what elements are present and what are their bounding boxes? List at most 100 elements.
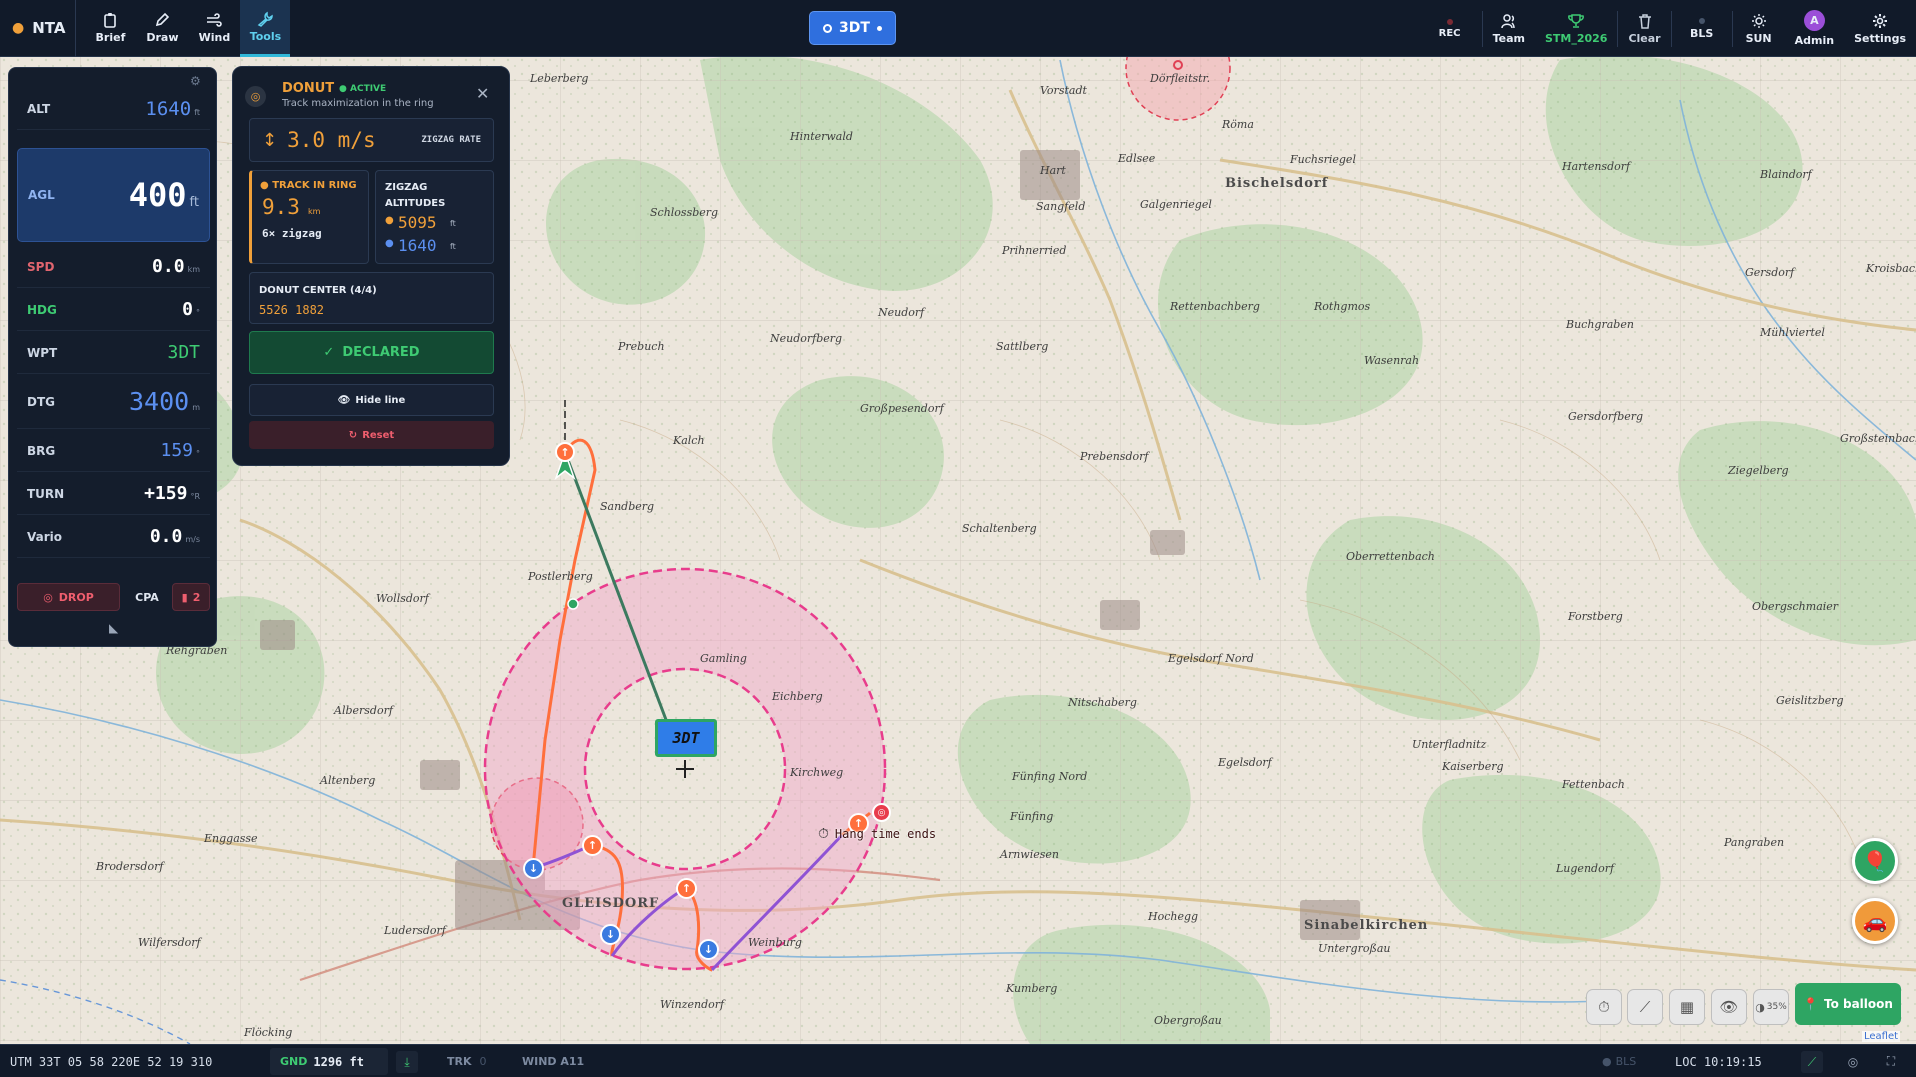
down-pin-icon[interactable]: ↓ — [523, 858, 544, 879]
place-label: Dörfleitstr. — [1150, 72, 1211, 85]
place-label: Blaindorf — [1760, 168, 1812, 181]
wrench-icon — [258, 11, 274, 27]
gear-icon — [1873, 13, 1888, 28]
place-label: Oberrettenbach — [1346, 550, 1435, 563]
brg-row: BRG 159 ° — [17, 430, 210, 472]
place-label: Geislitzberg — [1776, 694, 1844, 707]
wind-icon — [207, 13, 223, 27]
declared-button[interactable]: ✓ DECLARED — [249, 331, 494, 374]
close-icon[interactable]: ✕ — [476, 84, 489, 103]
donut-center-box: DONUT CENTER (4/4) 5526 1882 — [249, 272, 494, 324]
status-dot-icon: ● — [1602, 1055, 1612, 1068]
gear-icon[interactable]: ⚙ — [190, 74, 201, 88]
zigzag-high: 5095 — [398, 213, 437, 232]
hide-line-button[interactable]: 👁 Hide line — [249, 384, 494, 416]
team-button[interactable]: Team — [1483, 0, 1535, 57]
place-label: Lugendorf — [1556, 862, 1615, 875]
balloon-locate-button[interactable]: 🎈 — [1852, 838, 1898, 884]
place-label: Prebensdorf — [1080, 450, 1149, 463]
place-label: Gersdorfberg — [1568, 410, 1644, 423]
resize-handle[interactable]: ◣ — [109, 621, 123, 635]
gnd-readout: GND 1296 ft — [270, 1048, 388, 1075]
place-label: Leberberg — [530, 72, 589, 85]
dot-icon — [876, 25, 882, 31]
donut-icon: ◎ — [245, 86, 266, 107]
reset-button[interactable]: ↻ Reset — [249, 421, 494, 449]
status-badge: ● ACTIVE — [339, 84, 387, 94]
donut-panel: ◎ DONUT ● ACTIVE Track maximization in t… — [232, 66, 510, 466]
eye-icon: 👁 — [337, 394, 351, 406]
up-pin-icon[interactable]: ↑ — [676, 878, 697, 899]
timer-tool-button[interactable]: ⏱ — [1586, 989, 1622, 1025]
dtg-row: DTG 3400 m — [17, 375, 210, 429]
place-label: GLEISDORF — [562, 896, 660, 911]
target-icon: ◎ — [43, 590, 53, 604]
place-label: Bischelsdorf — [1225, 176, 1329, 191]
target-pin-icon[interactable]: ◎ — [872, 803, 891, 822]
place-label: Sattlberg — [996, 340, 1049, 353]
place-label: Rothgmos — [1314, 300, 1371, 313]
clear-button[interactable]: Clear — [1618, 0, 1670, 57]
drop-button[interactable]: ◎ DROP — [17, 583, 120, 611]
grid-tool-button[interactable]: ▦ — [1669, 989, 1705, 1025]
trk-readout: TRK 0 — [447, 1055, 487, 1068]
competition-button[interactable]: STM_2026 — [1535, 0, 1618, 57]
visibility-tool-button[interactable]: 👁 — [1711, 989, 1747, 1025]
brand[interactable]: ● NTA — [0, 0, 77, 57]
place-label: Obergroßau — [1154, 1014, 1222, 1027]
avatar: A — [1803, 10, 1825, 31]
trash-icon — [1638, 13, 1651, 29]
bls-status: ● BLS — [1602, 1055, 1637, 1068]
cpa-button[interactable]: CPA — [126, 583, 168, 611]
place-label: Röma — [1222, 118, 1254, 131]
place-label: Gamling — [700, 652, 747, 665]
waypoint-name: 3DT — [839, 20, 870, 36]
tools-button[interactable]: Tools — [240, 0, 291, 57]
bls-dot-icon — [1698, 17, 1705, 24]
up-pin-icon[interactable]: ↑ — [582, 835, 603, 856]
opacity-tool-button[interactable]: ◑ 35% — [1753, 989, 1789, 1025]
draw-button[interactable]: Draw — [136, 0, 188, 57]
route-icon: ⟋ — [1807, 1054, 1817, 1069]
map-attribution[interactable]: Leaflet — [1862, 1031, 1901, 1042]
measure-tool-button[interactable]: ⟋ — [1627, 989, 1663, 1025]
bls-button[interactable]: BLS — [1672, 0, 1732, 57]
place-label: Egelsdorf Nord — [1168, 652, 1254, 665]
brief-button[interactable]: Brief — [84, 0, 136, 57]
rec-button[interactable]: REC — [1418, 0, 1482, 57]
flight-data-panel: ⚙ ALT 1640 ft AGL 400 ft SPD 0.0 km HDG 0 ° … — [8, 67, 217, 647]
location-pin-icon: 📍 — [1803, 997, 1818, 1011]
target-marker[interactable]: 3DT — [655, 719, 717, 757]
down-pin-icon[interactable]: ↓ — [698, 939, 719, 960]
place-label: Pangraben — [1724, 836, 1785, 849]
place-label: Postlerberg — [528, 570, 593, 583]
markers-button[interactable]: ▮ 2 — [172, 583, 210, 611]
place-label: Kaiserberg — [1442, 760, 1504, 773]
place-label: Hart — [1040, 164, 1066, 177]
zigzag-count: 6× zigzag — [262, 227, 322, 240]
place-label: Kalch — [673, 434, 705, 447]
admin-button[interactable]: A Admin — [1785, 0, 1844, 57]
up-pin-icon[interactable]: ↑ — [555, 442, 575, 462]
settings-button[interactable]: Settings — [1844, 0, 1916, 57]
vehicle-locate-button[interactable]: 🚗 — [1852, 898, 1898, 944]
route-button[interactable]: ⟋ — [1801, 1051, 1823, 1073]
wind-button[interactable]: Wind — [188, 0, 240, 57]
download-button[interactable]: ⤓ — [396, 1051, 418, 1073]
timer-icon: ⏱ — [818, 826, 829, 842]
place-label: Fuchsriegel — [1290, 153, 1356, 166]
waypoint-selector[interactable]: 3DT — [809, 11, 896, 45]
place-label: Fünfing Nord — [1012, 770, 1088, 783]
place-label: Schlossberg — [650, 206, 719, 219]
place-label: Wilfersdorf — [138, 936, 201, 949]
wind-readout: WIND A11 — [522, 1055, 585, 1068]
to-balloon-button[interactable]: 📍 To balloon — [1795, 983, 1901, 1025]
sun-button[interactable]: SUN — [1733, 0, 1785, 57]
place-label: Arnwiesen — [1000, 848, 1059, 861]
agl-value: 400 — [128, 176, 187, 214]
down-pin-icon[interactable]: ↓ — [600, 924, 621, 945]
locate-button[interactable]: ◎ — [1842, 1045, 1864, 1077]
place-label: Großpesendorf — [860, 402, 944, 415]
fullscreen-button[interactable]: ⛶ — [1880, 1045, 1902, 1077]
place-label: Hartensdorf — [1562, 160, 1631, 173]
